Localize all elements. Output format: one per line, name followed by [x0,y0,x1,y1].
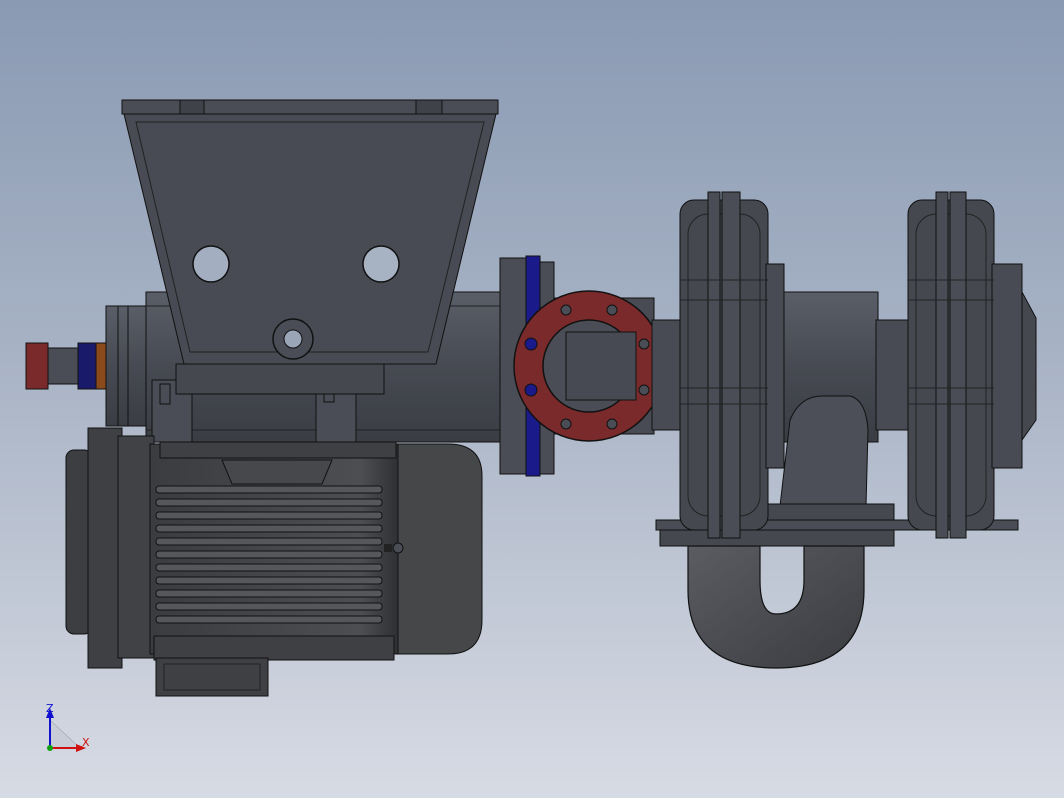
assembly-model[interactable]: Z X [0,0,1064,798]
hopper-hole-right [362,245,400,283]
inlet-flange[interactable] [499,255,665,477]
coordinate-triad: Z X [46,702,90,752]
shaft-coupling[interactable] [25,342,107,390]
triad-x-label: X [82,736,90,749]
electric-motor[interactable] [65,427,483,669]
triad-z-label: Z [46,702,54,715]
u-bend-pipe[interactable] [687,545,865,669]
motor-terminal-box[interactable] [155,657,269,697]
impeller-stage-right[interactable] [907,191,1037,539]
hopper-hole-left [192,245,230,283]
cad-viewport[interactable]: Z X [0,0,1064,798]
impeller-stage-left[interactable] [679,191,785,539]
